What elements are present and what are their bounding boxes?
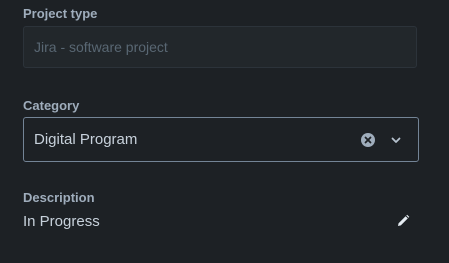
project-type-value: Jira - software project [34,39,168,55]
clear-icon[interactable] [360,132,376,148]
category-select[interactable]: Digital Program [23,117,419,162]
category-selected-value: Digital Program [34,131,138,148]
project-type-field: Jira - software project [23,26,417,68]
project-type-label: Project type [23,6,98,21]
category-label: Category [23,98,80,113]
description-value[interactable]: In Progress [23,213,100,230]
description-label: Description [23,190,95,205]
chevron-down-icon[interactable] [388,132,404,148]
pencil-icon[interactable] [395,213,411,229]
